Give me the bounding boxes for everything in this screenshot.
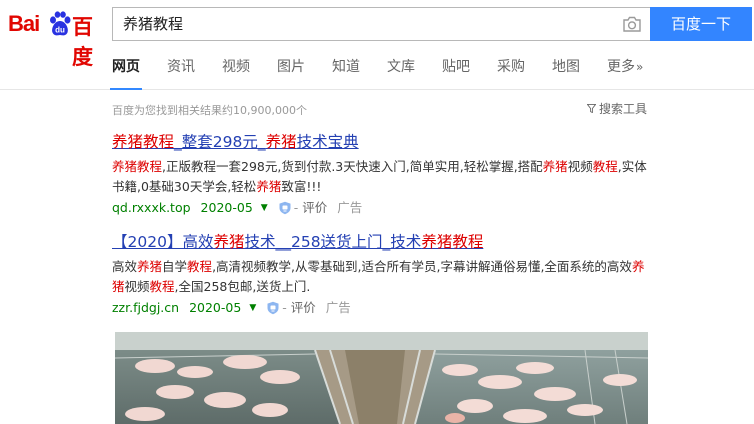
abstract-text: 高效 bbox=[112, 259, 138, 274]
caret-down-icon[interactable]: ▼ bbox=[261, 199, 268, 217]
result-meta: zzr.fjdgj.cn 2020-05 ▼ - 评价 广告 bbox=[112, 299, 652, 317]
result-url[interactable]: zzr.fjdgj.cn bbox=[112, 299, 179, 317]
result-stats: 百度为您找到相关结果约10,900,000个 bbox=[112, 104, 307, 117]
funnel-icon bbox=[587, 104, 596, 113]
title-highlight: 养猪 bbox=[213, 233, 245, 251]
abstract-text: 自学 bbox=[162, 259, 188, 274]
caret-down-icon[interactable]: ▼ bbox=[249, 299, 256, 317]
result-abstract: 高效养猪自学教程,高清视频教学,从零基础到,适合所有学员,字幕讲解通俗易懂,全面… bbox=[112, 257, 652, 297]
abstract-text: ,全国258包邮,送货上门. bbox=[174, 279, 311, 294]
tab-images[interactable]: 图片 bbox=[277, 50, 305, 90]
baidu-logo[interactable]: Bai du 百度 bbox=[8, 6, 108, 69]
pig-pen-photo-drawing bbox=[115, 332, 648, 424]
result-abstract: 养猪教程,正版教程一套298元,货到付款.3天快速入门,简单实用,轻松掌握,搭配… bbox=[112, 157, 652, 197]
title-highlight: 养猪 bbox=[265, 133, 297, 151]
meta-separator: - bbox=[282, 300, 287, 315]
shield-icon[interactable] bbox=[278, 201, 292, 215]
search-tools-button[interactable]: 搜索工具 bbox=[587, 100, 647, 117]
abstract-highlight: 教程 bbox=[149, 279, 175, 294]
baidu-paw-icon: du bbox=[50, 11, 71, 36]
title-text: 技术__258送货上门_技术 bbox=[244, 233, 422, 251]
logo-text-bai: Bai bbox=[8, 11, 40, 36]
tab-tieba[interactable]: 贴吧 bbox=[442, 50, 470, 90]
result-date: 2020-05 bbox=[189, 300, 242, 315]
title-text: 【2020】高效 bbox=[112, 233, 214, 251]
abstract-highlight: 养猪 bbox=[542, 159, 568, 174]
search-result: 【2020】高效养猪技术__258送货上门_技术养猪教程 高效养猪自学教程,高清… bbox=[112, 232, 652, 317]
svg-text:du: du bbox=[55, 26, 65, 35]
double-chevron-right-icon: » bbox=[636, 60, 644, 74]
search-result: 养猪教程_整套298元_养猪技术宝典 养猪教程,正版教程一套298元,货到付款.… bbox=[112, 132, 652, 217]
tab-bar: 网页 资讯 视频 图片 知道 文库 贴吧 采购 地图 更多 » bbox=[110, 50, 670, 90]
tab-video[interactable]: 视频 bbox=[222, 50, 250, 90]
search-tools-label: 搜索工具 bbox=[599, 102, 648, 116]
logo-text-baidu-cn: 百度 bbox=[72, 16, 93, 69]
result-title-link[interactable]: 养猪教程_整套298元_养猪技术宝典 bbox=[112, 132, 652, 152]
result-title-link[interactable]: 【2020】高效养猪技术__258送货上门_技术养猪教程 bbox=[112, 232, 652, 252]
abstract-text: ,高清视频教学,从零基础到,适合所有学员,字幕讲解通俗易懂,全面系统的高效 bbox=[212, 259, 632, 274]
tab-map[interactable]: 地图 bbox=[552, 50, 580, 90]
abstract-highlight: 教程 bbox=[592, 159, 618, 174]
abstract-highlight: 教程 bbox=[187, 259, 213, 274]
tab-zhidao[interactable]: 知道 bbox=[332, 50, 360, 90]
title-text: _整套298元_ bbox=[174, 133, 266, 151]
abstract-highlight: 养猪 bbox=[256, 179, 282, 194]
result-url[interactable]: qd.rxxxk.top bbox=[112, 199, 191, 217]
title-highlight: 养猪教程 bbox=[112, 133, 175, 151]
search-button[interactable]: 百度一下 bbox=[650, 7, 752, 41]
tab-wenku[interactable]: 文库 bbox=[387, 50, 415, 90]
search-input[interactable] bbox=[123, 8, 603, 40]
tab-more-label: 更多 bbox=[607, 59, 635, 75]
result-evaluate-link[interactable]: 评价 bbox=[291, 299, 316, 317]
title-text: 技术宝典 bbox=[296, 133, 359, 151]
tab-news[interactable]: 资讯 bbox=[167, 50, 195, 90]
abstract-text: 视频 bbox=[124, 279, 150, 294]
ad-label: 广告 bbox=[325, 300, 351, 315]
abstract-highlight: 养猪 bbox=[137, 259, 163, 274]
result-date: 2020-05 bbox=[200, 200, 253, 215]
abstract-highlight: 养猪教程 bbox=[112, 159, 163, 174]
tab-purchase[interactable]: 采购 bbox=[497, 50, 525, 90]
header: Bai du 百度 百度一下 网页 资讯 视频 图片 知道 文库 贴吧 采购 地… bbox=[0, 0, 754, 90]
abstract-text: ,正版教程一套298元,货到付款.3天快速入门,简单实用,轻松掌握,搭配 bbox=[162, 159, 543, 174]
abstract-text: 视频 bbox=[567, 159, 593, 174]
ad-label: 广告 bbox=[337, 200, 363, 215]
tab-more[interactable]: 更多 » bbox=[607, 50, 643, 90]
shield-icon[interactable] bbox=[266, 301, 280, 315]
search-box bbox=[112, 7, 650, 41]
camera-icon[interactable] bbox=[622, 15, 642, 33]
result-meta: qd.rxxxk.top 2020-05 ▼ - 评价 广告 bbox=[112, 199, 652, 217]
pig-pen-photo[interactable] bbox=[115, 332, 648, 424]
meta-separator: - bbox=[293, 200, 299, 215]
tab-web[interactable]: 网页 bbox=[110, 50, 142, 90]
title-highlight: 养猪教程 bbox=[421, 233, 484, 251]
result-evaluate-link[interactable]: 评价 bbox=[302, 199, 327, 217]
abstract-text: 致富!!! bbox=[281, 179, 322, 194]
